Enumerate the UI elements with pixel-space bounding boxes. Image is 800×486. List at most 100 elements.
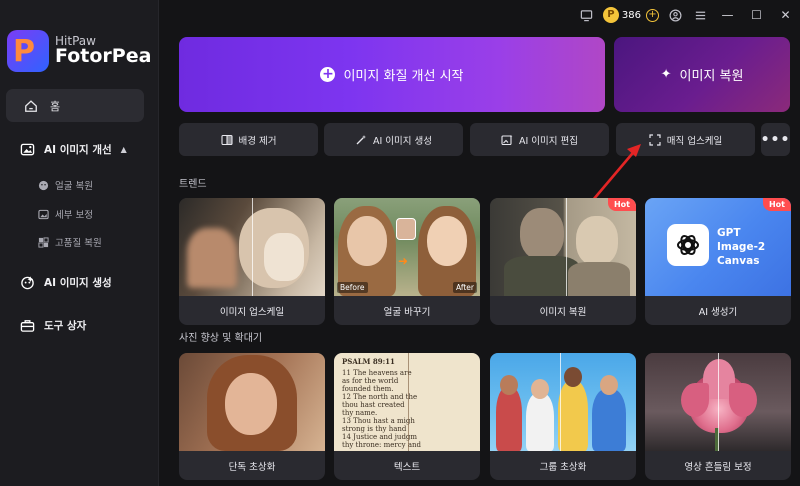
card-thumbnail: GPT Image-2 Canvas <box>645 198 791 296</box>
card-single-portrait[interactable]: 단독 초상화 <box>179 353 325 480</box>
section-title-trend: 트렌드 <box>179 179 207 190</box>
image-enhance-icon <box>20 143 35 156</box>
start-enhance-label: 이미지 화질 개선 시작 <box>343 69 464 84</box>
coin-icon: P <box>602 7 619 23</box>
card-label: 이미지 복원 <box>539 306 587 318</box>
before-label: Before <box>337 282 368 293</box>
card-label: 얼굴 바꾸기 <box>383 306 431 318</box>
ai-edit-button[interactable]: AI 이미지 편집 <box>470 123 609 156</box>
ai-generate-icon <box>21 276 34 290</box>
openai-logo-icon <box>667 224 709 266</box>
bg-remove-icon <box>220 134 233 145</box>
after-label: After <box>452 282 477 293</box>
ai-generate-button[interactable]: AI 이미지 생성 <box>324 123 463 156</box>
sidebar-item-label: 홈 <box>50 99 61 113</box>
plus-icon: + <box>320 66 336 82</box>
user-icon[interactable] <box>669 9 682 22</box>
sidebar-item-label: AI 이미지 생성 <box>44 277 112 289</box>
sidebar-subitem-label: 얼굴 복원 <box>55 181 93 192</box>
card-label: 텍스트 <box>393 461 421 473</box>
face-icon <box>38 180 49 190</box>
tool-label: AI 이미지 편집 <box>518 135 579 147</box>
arrow-right-icon: ➜ <box>398 254 409 268</box>
image-restore-label: 이미지 복원 <box>679 69 744 84</box>
card-thumbnail <box>179 353 325 451</box>
card-label: 이미지 업스케일 <box>219 306 285 318</box>
card-image-restore[interactable]: Hot 이미지 복원 <box>490 198 636 325</box>
card-thumbnail <box>645 353 791 451</box>
sidebar-item-ai-generate[interactable]: AI 이미지 생성 <box>20 275 112 290</box>
card-image-upscale[interactable]: 이미지 업스케일 <box>179 198 325 325</box>
card-ai-generator[interactable]: GPT Image-2 Canvas Hot AI 생성기 <box>645 198 791 325</box>
text-line: founded them. <box>342 385 394 393</box>
text-line: thy name. <box>342 409 378 417</box>
grid-image-icon <box>38 236 49 248</box>
more-icon: ••• <box>760 131 791 148</box>
picture-icon <box>38 209 49 219</box>
maximize-icon[interactable]: ☐ <box>742 8 771 22</box>
card-group-portrait[interactable]: 그룹 초상화 <box>490 353 636 480</box>
card-face-swap[interactable]: ➜ Before After 얼굴 바꾸기 <box>334 198 480 325</box>
sidebar-subitem-hq-restore[interactable]: 고품질 복원 <box>38 235 102 249</box>
hot-badge: Hot <box>762 198 791 211</box>
app-logo: P HitPaw FotorPea <box>7 30 151 72</box>
card-label: 단독 초상화 <box>228 461 276 473</box>
toolbox-icon <box>20 320 35 332</box>
image-edit-icon <box>501 134 513 145</box>
text-line: 11 The heavens are <box>342 369 412 377</box>
more-tools-button[interactable]: ••• <box>761 123 790 156</box>
text-line: 12 The north and the <box>342 393 418 401</box>
chevron-up-icon[interactable]: ▲ <box>121 145 127 154</box>
bg-remove-button[interactable]: 배경 제거 <box>179 123 318 156</box>
magic-wand-icon: ✦ <box>660 67 672 82</box>
brand-name: FotorPea <box>55 45 152 68</box>
sidebar-item-toolbox[interactable]: 도구 상자 <box>20 318 86 333</box>
tool-label: 매직 업스케일 <box>666 135 723 147</box>
magic-wand-icon <box>356 134 366 144</box>
sidebar-subitem-face-restore[interactable]: 얼굴 복원 <box>38 178 93 192</box>
tool-label: 배경 제거 <box>238 135 277 147</box>
text-line: as for the world <box>342 377 399 385</box>
sidebar-item-ai-enhance[interactable]: AI 이미지 개선 ▲ <box>20 142 127 157</box>
home-icon <box>25 99 37 112</box>
credits-badge[interactable]: P 386 + <box>602 7 659 23</box>
tool-label: AI 이미지 생성 <box>372 135 433 147</box>
screen-icon[interactable] <box>580 9 593 22</box>
sidebar-item-home[interactable]: 홈 <box>6 89 144 122</box>
sidebar-subitem-label: 고품질 복원 <box>55 238 102 249</box>
card-deblur[interactable]: 영상 흔들림 보정 <box>645 353 791 480</box>
section-title-enhance: 사진 향상 및 확대기 <box>179 333 263 344</box>
card-label: 그룹 초상화 <box>539 461 587 473</box>
card-text[interactable]: PSALM 89:11 11 The heavens are as for th… <box>334 353 480 480</box>
minimize-icon[interactable]: — <box>713 8 742 22</box>
text-line: 14 Justice and judgm <box>342 433 418 441</box>
logo-icon: P <box>7 30 49 72</box>
text-line: 13 Thou hast a migh <box>342 417 415 425</box>
image-restore-button[interactable]: ✦ 이미지 복원 <box>614 37 790 112</box>
gpt-canvas-text: GPT Image-2 Canvas <box>717 227 766 268</box>
text-line: strong is thy hand <box>342 425 407 433</box>
menu-icon[interactable] <box>694 9 707 22</box>
card-label: AI 생성기 <box>698 306 738 318</box>
card-label: 영상 흔들림 보정 <box>684 461 752 473</box>
sidebar-item-label: 도구 상자 <box>44 320 87 332</box>
sidebar-subitem-label: 세부 보정 <box>55 210 93 221</box>
magic-upscale-button[interactable]: 매직 업스케일 <box>616 123 755 156</box>
upscale-icon <box>649 133 661 146</box>
sidebar-item-label: AI 이미지 개선 <box>44 144 112 156</box>
card-thumbnail <box>490 353 636 451</box>
card-thumbnail: ➜ Before After <box>334 198 480 296</box>
text-line: thou hast created <box>342 401 405 409</box>
card-thumbnail <box>179 198 325 296</box>
title-bar: P 386 + — ☐ ✕ <box>574 0 800 30</box>
sidebar-subitem-detail[interactable]: 세부 보정 <box>38 207 93 221</box>
text-line: thy throne: mercy and <box>342 441 422 449</box>
hot-badge: Hot <box>607 198 636 211</box>
close-icon[interactable]: ✕ <box>771 8 800 22</box>
credits-count: 386 <box>621 9 641 21</box>
psalm-heading: PSALM 89:11 <box>342 357 395 366</box>
sidebar: P HitPaw FotorPea 홈 AI 이미지 개선 ▲ 얼굴 복원 세부… <box>0 0 159 486</box>
start-enhance-button[interactable]: + 이미지 화질 개선 시작 <box>179 37 605 112</box>
add-credits-icon[interactable]: + <box>646 8 659 22</box>
card-thumbnail <box>490 198 636 296</box>
